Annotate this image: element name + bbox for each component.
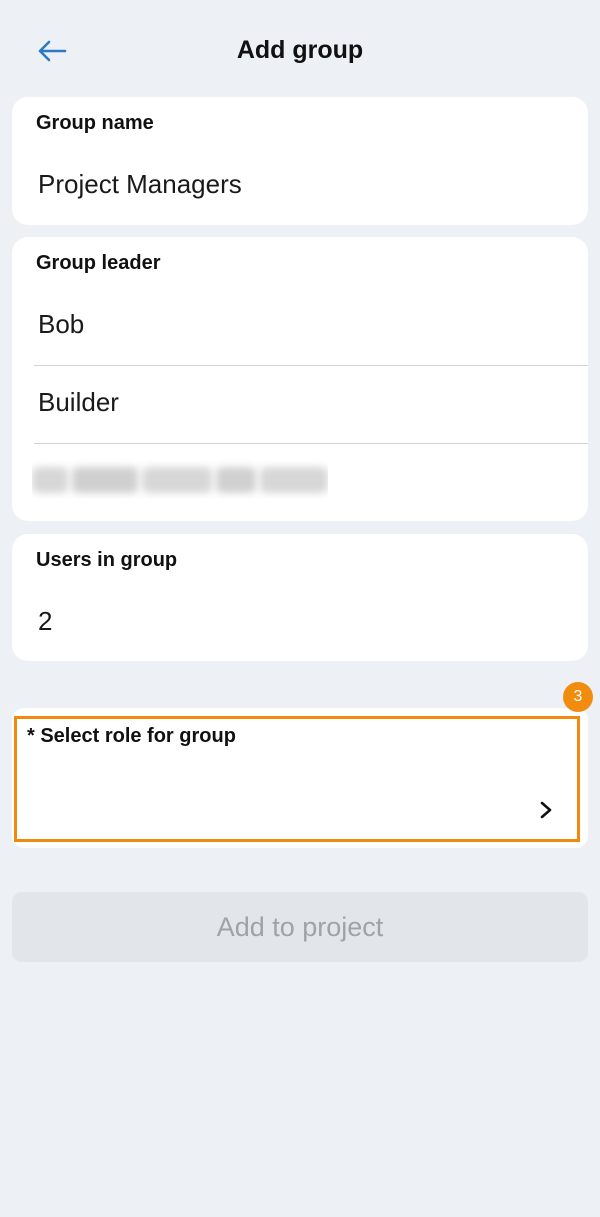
group-leader-label: Group leader [36,252,161,274]
users-in-group-card: Users in group 2 [12,534,588,661]
select-role-row[interactable]: * Select role for group [14,716,580,842]
step-badge: 3 [563,682,593,712]
add-to-project-button[interactable]: Add to project [12,892,588,962]
leader-last-name[interactable]: Builder [38,387,119,418]
group-name-field[interactable]: Project Managers [38,169,242,200]
group-name-label: Group name [36,112,154,134]
users-in-group-label: Users in group [36,549,178,571]
users-count: 2 [38,606,53,636]
select-role-label: * Select role for group [27,725,236,747]
leader-first-name[interactable]: Bob [38,309,84,340]
divider [34,365,588,366]
leader-email-redacted [32,459,328,499]
header: Add group [0,0,600,100]
divider [34,443,588,444]
chevron-right-icon [540,801,552,819]
group-name-card: Group name Project Managers [12,97,588,225]
group-leader-card: Group leader Bob Builder [12,237,588,521]
page-title: Add group [236,36,364,64]
